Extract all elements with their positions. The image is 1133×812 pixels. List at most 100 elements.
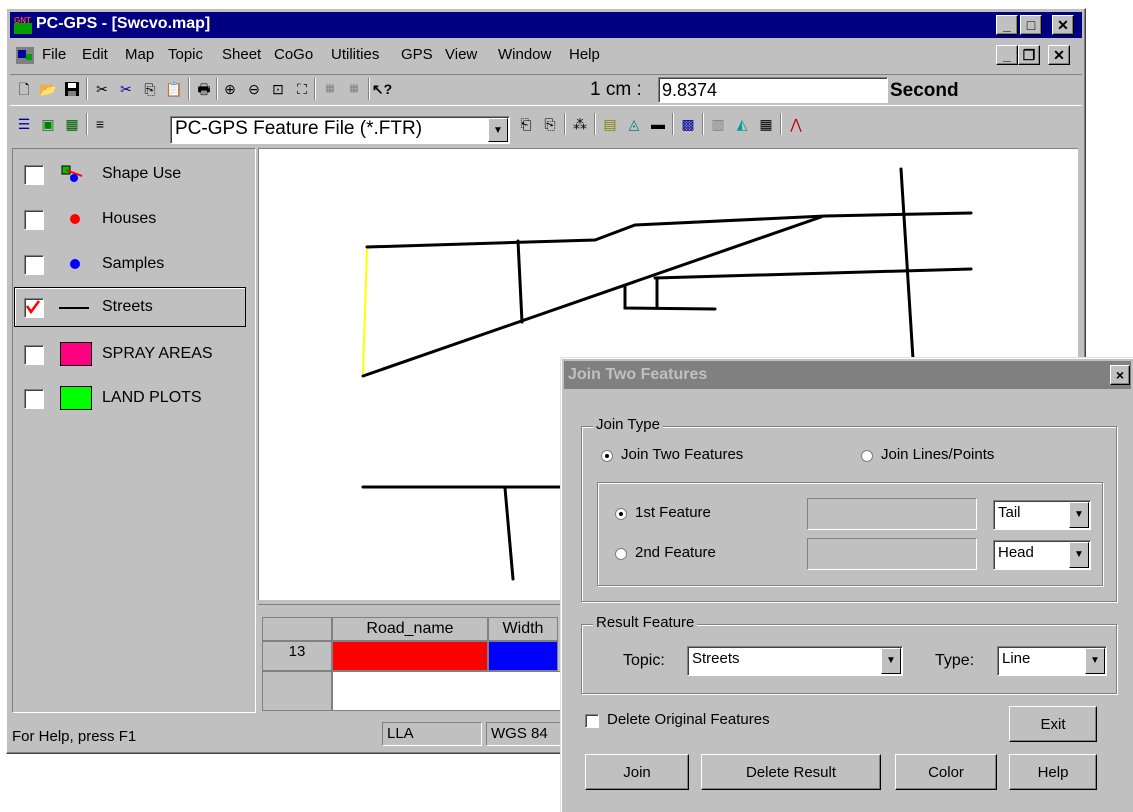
title-bar[interactable]: GNT PC-GPS - [Swcvo.map] _ □ ✕ <box>10 12 1082 38</box>
features-icon[interactable]: ⁂ <box>570 114 590 134</box>
chart-icon-3[interactable]: ▬ <box>648 114 668 134</box>
paste-icon[interactable]: 📋 <box>164 79 184 99</box>
first-feature-radio[interactable] <box>615 508 627 520</box>
import-icon[interactable]: ⎗ <box>516 114 536 134</box>
type-select[interactable]: Line ▼ <box>997 646 1107 676</box>
polyline-icon[interactable]: ⋀ <box>786 114 806 134</box>
delete-original-checkbox[interactable] <box>585 714 599 728</box>
cut-icon[interactable]: ✂ <box>92 79 112 99</box>
layer-checkbox[interactable] <box>24 255 44 275</box>
layer-checkbox[interactable] <box>24 345 44 365</box>
zoom-in-icon[interactable]: ⊕ <box>220 79 240 99</box>
file-type-select[interactable]: PC-GPS Feature File (*.FTR) ▼ <box>170 116 510 144</box>
first-feature-field[interactable] <box>807 498 977 530</box>
delete-result-button[interactable]: Delete Result <box>701 754 881 790</box>
copy-icon[interactable]: ⎘ <box>140 79 160 99</box>
doc-minimize-button[interactable]: _ <box>996 45 1018 65</box>
doc-close-button[interactable]: ✕ <box>1048 45 1070 65</box>
second-feature-field[interactable] <box>807 538 977 570</box>
chevron-down-icon[interactable]: ▼ <box>1069 502 1089 528</box>
tool-icon-3[interactable]: ▦ <box>756 114 776 134</box>
layer-item-land-plots[interactable]: LAND PLOTS <box>14 378 246 418</box>
open-icon[interactable]: 📂 <box>38 79 58 99</box>
menu-utilities[interactable]: Utilities <box>331 46 379 63</box>
join-two-radio[interactable] <box>601 450 613 462</box>
join-type-legend: Join Type <box>593 416 663 433</box>
row-header[interactable] <box>262 671 332 711</box>
menu-help[interactable]: Help <box>569 46 600 63</box>
export-icon[interactable]: ⎘ <box>540 114 560 134</box>
minimize-button[interactable]: _ <box>996 15 1018 35</box>
tool-icon-1[interactable]: ▥ <box>708 114 728 134</box>
menu-view[interactable]: View <box>445 46 477 63</box>
table-cell[interactable] <box>332 641 488 671</box>
menu-topic[interactable]: Topic <box>168 46 203 63</box>
chevron-down-icon[interactable]: ▼ <box>1069 542 1089 568</box>
cogo-icon-2[interactable]: ▦ <box>344 79 364 99</box>
chevron-down-icon[interactable]: ▼ <box>488 118 508 142</box>
layer-item-samples[interactable]: Samples <box>14 244 246 284</box>
context-help-icon[interactable]: ↖? <box>372 79 392 99</box>
menu-window[interactable]: Window <box>498 46 551 63</box>
menu-cogo[interactable]: CoGo <box>274 46 313 63</box>
layer-checkbox[interactable] <box>24 165 44 185</box>
save-icon[interactable] <box>62 79 82 99</box>
picture-icon[interactable]: ▩ <box>678 114 698 134</box>
layer-checkbox-checked[interactable] <box>24 298 44 318</box>
layer-item-spray-areas[interactable]: SPRAY AREAS <box>14 334 246 374</box>
exit-button[interactable]: Exit <box>1009 706 1097 742</box>
chart-icon-1[interactable]: ▤ <box>600 114 620 134</box>
layer-map-icon[interactable]: ▣ <box>38 114 58 134</box>
menu-sheet[interactable]: Sheet <box>222 46 261 63</box>
topic-select[interactable]: Streets ▼ <box>687 646 903 676</box>
cogo-icon-1[interactable]: ▦ <box>320 79 340 99</box>
menu-file[interactable]: File <box>42 46 66 63</box>
dialog-title-bar[interactable]: Join Two Features × <box>564 361 1131 389</box>
print-icon[interactable]: 🖶 <box>194 79 214 99</box>
join-button[interactable]: Join <box>585 754 689 790</box>
column-header[interactable]: Road_name <box>332 617 488 641</box>
menu-edit[interactable]: Edit <box>82 46 108 63</box>
doc-restore-button[interactable]: ❐ <box>1018 45 1040 65</box>
layer-item-streets[interactable]: Streets <box>14 287 246 327</box>
new-icon[interactable]: 🗋 <box>14 79 34 99</box>
menu-map[interactable]: Map <box>125 46 154 63</box>
join-lines-label[interactable]: Join Lines/Points <box>881 446 994 463</box>
first-feature-label[interactable]: 1st Feature <box>635 504 711 521</box>
zoom-out-icon[interactable]: ⊖ <box>244 79 264 99</box>
maximize-button[interactable]: □ <box>1020 15 1042 35</box>
layer-item-shape-use[interactable]: Shape Use <box>14 154 246 194</box>
layer-list-icon[interactable]: ☰ <box>14 114 34 134</box>
row-header[interactable]: 13 <box>262 641 332 671</box>
layer-checkbox[interactable] <box>24 210 44 230</box>
column-header[interactable]: Width <box>488 617 558 641</box>
join-two-label[interactable]: Join Two Features <box>621 446 743 463</box>
second-end-select[interactable]: Head ▼ <box>993 540 1091 570</box>
first-end-select[interactable]: Tail ▼ <box>993 500 1091 530</box>
zoom-extents-icon[interactable]: ⛶ <box>292 79 312 99</box>
scale-input[interactable]: 9.8374 <box>658 77 888 103</box>
help-button[interactable]: Help <box>1009 754 1097 790</box>
second-feature-label[interactable]: 2nd Feature <box>635 544 716 561</box>
zoom-window-icon[interactable]: ⊡ <box>268 79 288 99</box>
cut-feature-icon[interactable]: ✂ <box>116 79 136 99</box>
street-line <box>653 267 973 280</box>
close-button[interactable]: ✕ <box>1052 15 1074 35</box>
chevron-down-icon[interactable]: ▼ <box>1085 648 1105 674</box>
color-button[interactable]: Color <box>895 754 997 790</box>
street-line <box>503 486 515 581</box>
list-view-icon[interactable]: ≡ <box>90 114 110 134</box>
layer-table-icon[interactable]: ▦ <box>62 114 82 134</box>
layer-item-houses[interactable]: Houses <box>14 199 246 239</box>
chevron-down-icon[interactable]: ▼ <box>881 648 901 674</box>
dialog-close-button[interactable]: × <box>1110 365 1130 385</box>
join-lines-radio[interactable] <box>861 450 873 462</box>
tool-icon-2[interactable]: ◭ <box>732 114 752 134</box>
second-feature-radio[interactable] <box>615 548 627 560</box>
menu-gps[interactable]: GPS <box>401 46 433 63</box>
layer-checkbox[interactable] <box>24 389 44 409</box>
table-cell[interactable] <box>488 641 558 671</box>
delete-original-label[interactable]: Delete Original Features <box>607 711 770 728</box>
table-corner <box>262 617 332 641</box>
chart-icon-2[interactable]: ◬ <box>624 114 644 134</box>
